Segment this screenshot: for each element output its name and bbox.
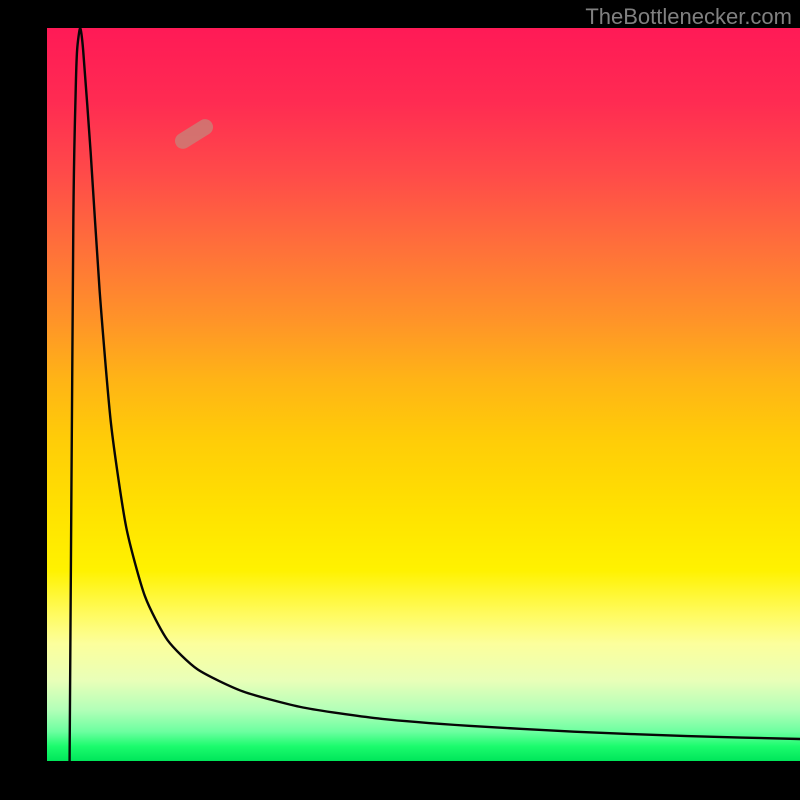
curve-svg — [47, 28, 800, 761]
chart-plot-area — [47, 28, 800, 761]
watermark-text: TheBottlenecker.com — [585, 4, 792, 30]
